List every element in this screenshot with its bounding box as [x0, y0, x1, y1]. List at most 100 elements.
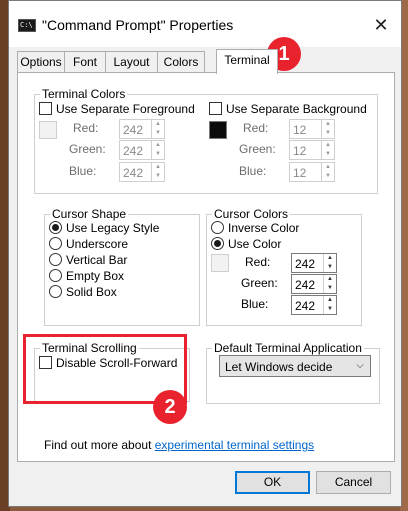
cursor-red-spinner[interactable]: 242 ▲ ▼: [291, 253, 337, 273]
background-red-spinner[interactable]: 12 ▲ ▼: [289, 119, 335, 139]
terminal-colors-group: Terminal Colors Use Separate Foreground …: [34, 87, 378, 194]
spin-up-icon[interactable]: ▲: [322, 141, 334, 150]
spinner-buttons: ▲ ▼: [323, 296, 336, 314]
tab-terminal[interactable]: Terminal: [216, 49, 278, 74]
chevron-down-icon: ⌵: [356, 360, 364, 371]
spin-up-icon[interactable]: ▲: [324, 254, 336, 263]
cursor-shape-label: Cursor Shape: [50, 207, 129, 221]
foreground-green-value: 242: [123, 144, 144, 158]
radio-label-empty-box: Empty Box: [66, 269, 125, 283]
tab-strip: Options Font Layout Colors Terminal: [17, 49, 397, 74]
radio-underscore[interactable]: [49, 237, 62, 250]
radio-vertical-bar[interactable]: [49, 253, 62, 266]
radio-label-solid-box: Solid Box: [66, 285, 117, 299]
radio-solid-box[interactable]: [49, 285, 62, 298]
radio-label-use-legacy-style: Use Legacy Style: [66, 221, 160, 235]
cursor-colors-group: Cursor Colors Inverse Color Use Color Re…: [206, 207, 362, 326]
foreground-red-label: Red:: [73, 121, 99, 135]
background-blue-value: 12: [293, 166, 307, 180]
title-bar: C:\ "Command Prompt" Properties ✕: [9, 1, 401, 47]
radio-use-color[interactable]: [211, 237, 224, 250]
cursor-blue-spinner[interactable]: 242 ▲ ▼: [291, 295, 337, 315]
spin-down-icon[interactable]: ▼: [322, 129, 334, 138]
background-green-label: Green:: [239, 142, 276, 156]
cursor-blue-value: 242: [295, 299, 316, 313]
spin-up-icon[interactable]: ▲: [324, 275, 336, 284]
foreground-red-value: 242: [123, 123, 144, 137]
foreground-green-spinner[interactable]: 242 ▲ ▼: [119, 140, 165, 160]
spinner-buttons: ▲ ▼: [151, 141, 164, 159]
radio-label-inverse-color: Inverse Color: [228, 221, 300, 235]
foreground-color-swatch: [39, 121, 57, 139]
background-color-swatch: [209, 121, 227, 139]
default-terminal-label: Default Terminal Application: [212, 341, 364, 355]
spin-up-icon[interactable]: ▲: [322, 163, 334, 172]
tab-colors[interactable]: Colors: [157, 51, 205, 73]
use-separate-foreground-checkbox[interactable]: [39, 102, 52, 115]
cursor-colors-label: Cursor Colors: [212, 207, 291, 221]
spinner-buttons: ▲ ▼: [151, 120, 164, 138]
cursor-shape-group: Cursor Shape Use Legacy Style Underscore…: [44, 207, 200, 326]
spinner-buttons: ▲ ▼: [323, 254, 336, 272]
use-separate-foreground-label: Use Separate Foreground: [56, 102, 195, 116]
spinner-buttons: ▲ ▼: [323, 275, 336, 293]
spinner-buttons: ▲ ▼: [321, 120, 334, 138]
spin-down-icon[interactable]: ▼: [152, 150, 164, 159]
cursor-green-label: Green:: [241, 276, 278, 290]
command-prompt-icon: C:\: [18, 19, 36, 32]
tab-layout[interactable]: Layout: [105, 51, 158, 73]
spinner-buttons: ▲ ▼: [151, 163, 164, 181]
spin-down-icon[interactable]: ▼: [322, 150, 334, 159]
radio-use-legacy-style[interactable]: [49, 221, 62, 234]
default-terminal-select[interactable]: Let Windows decide ⌵: [219, 355, 371, 377]
foreground-blue-spinner[interactable]: 242 ▲ ▼: [119, 162, 165, 182]
spin-down-icon[interactable]: ▼: [152, 172, 164, 181]
background-red-value: 12: [293, 123, 307, 137]
cursor-green-spinner[interactable]: 242 ▲ ▼: [291, 274, 337, 294]
default-terminal-group: Default Terminal Application Let Windows…: [206, 341, 380, 404]
spin-up-icon[interactable]: ▲: [324, 296, 336, 305]
background-red-label: Red:: [243, 121, 269, 135]
annotation-marker-2: 2: [153, 390, 187, 424]
spin-up-icon[interactable]: ▲: [152, 163, 164, 172]
tab-font[interactable]: Font: [64, 51, 106, 73]
use-separate-background-checkbox[interactable]: [209, 102, 222, 115]
cancel-button[interactable]: Cancel: [316, 471, 391, 494]
foreground-blue-value: 242: [123, 166, 144, 180]
radio-label-use-color: Use Color: [228, 237, 282, 251]
radio-label-vertical-bar: Vertical Bar: [66, 253, 128, 267]
spin-up-icon[interactable]: ▲: [322, 120, 334, 129]
spin-down-icon[interactable]: ▼: [322, 172, 334, 181]
terminal-colors-label: Terminal Colors: [40, 87, 128, 101]
cursor-red-value: 242: [295, 257, 316, 271]
spin-down-icon[interactable]: ▼: [324, 305, 336, 314]
ok-button[interactable]: OK: [235, 471, 310, 494]
background-blue-label: Blue:: [239, 164, 267, 178]
spin-down-icon[interactable]: ▼: [324, 284, 336, 293]
more-info-prefix: Find out more about: [44, 438, 155, 452]
cursor-color-swatch: [211, 254, 229, 272]
more-info-text: Find out more about experimental termina…: [44, 438, 314, 452]
cursor-red-label: Red:: [245, 255, 271, 269]
close-button[interactable]: ✕: [371, 15, 391, 35]
spinner-buttons: ▲ ▼: [321, 141, 334, 159]
spin-up-icon[interactable]: ▲: [152, 120, 164, 129]
radio-empty-box[interactable]: [49, 269, 62, 282]
radio-label-underscore: Underscore: [66, 237, 129, 251]
use-separate-background-label: Use Separate Background: [226, 102, 367, 116]
default-terminal-value: Let Windows decide: [225, 360, 333, 374]
background-green-value: 12: [293, 144, 307, 158]
spin-down-icon[interactable]: ▼: [324, 263, 336, 272]
foreground-red-spinner[interactable]: 242 ▲ ▼: [119, 119, 165, 139]
spin-up-icon[interactable]: ▲: [152, 141, 164, 150]
cursor-blue-label: Blue:: [241, 297, 269, 311]
radio-inverse-color[interactable]: [211, 221, 224, 234]
window-title: "Command Prompt" Properties: [42, 17, 234, 33]
foreground-green-label: Green:: [69, 142, 106, 156]
foreground-blue-label: Blue:: [69, 164, 97, 178]
spin-down-icon[interactable]: ▼: [152, 129, 164, 138]
background-green-spinner[interactable]: 12 ▲ ▼: [289, 140, 335, 160]
experimental-settings-link[interactable]: experimental terminal settings: [155, 438, 314, 452]
tab-options[interactable]: Options: [17, 51, 65, 73]
background-blue-spinner[interactable]: 12 ▲ ▼: [289, 162, 335, 182]
